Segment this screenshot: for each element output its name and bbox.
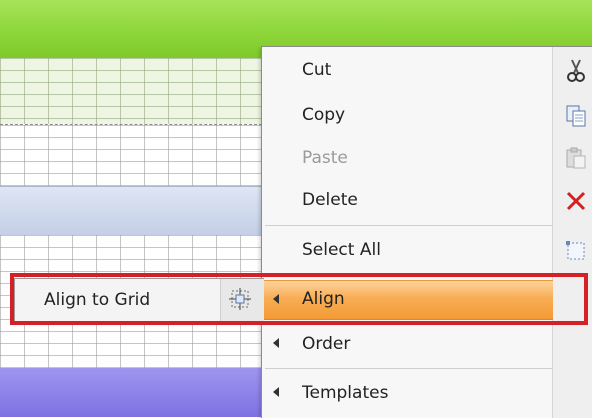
menu-item-label: Paste (302, 148, 348, 168)
menu-item-cut[interactable]: Cut (262, 51, 553, 91)
menu-item-label: Delete (302, 190, 358, 210)
paste-icon (566, 147, 586, 169)
menu-item-templates[interactable]: Templates (262, 374, 553, 414)
section-band-blue[interactable] (0, 186, 262, 236)
select-all-icon (566, 241, 585, 260)
menu-item-select-all[interactable]: Select All (262, 231, 553, 271)
submenu-arrow-icon (273, 338, 279, 348)
menu-item-label: Templates (302, 383, 389, 403)
context-menu: Cut Copy Paste Delete Select All Align O… (261, 46, 592, 418)
menu-separator (265, 225, 553, 226)
menu-item-paste: Paste (262, 139, 553, 179)
menu-item-order[interactable]: Order (262, 325, 553, 365)
menu-separator (265, 368, 553, 369)
copy-icon (566, 105, 586, 127)
section-band-purple[interactable] (0, 368, 262, 417)
submenu-arrow-icon (273, 387, 279, 397)
menu-item-label: Order (302, 334, 351, 354)
menu-item-delete[interactable]: Delete (262, 181, 553, 221)
delete-x-icon (566, 191, 586, 211)
menu-item-label: Copy (302, 105, 346, 125)
menu-item-label: Select All (302, 240, 381, 260)
highlight-callout-box (10, 273, 588, 325)
menu-item-label: Cut (302, 60, 332, 80)
menu-item-copy[interactable]: Copy (262, 96, 553, 136)
design-grid-green (0, 58, 262, 124)
design-grid (0, 125, 262, 186)
scissors-icon (567, 59, 585, 82)
